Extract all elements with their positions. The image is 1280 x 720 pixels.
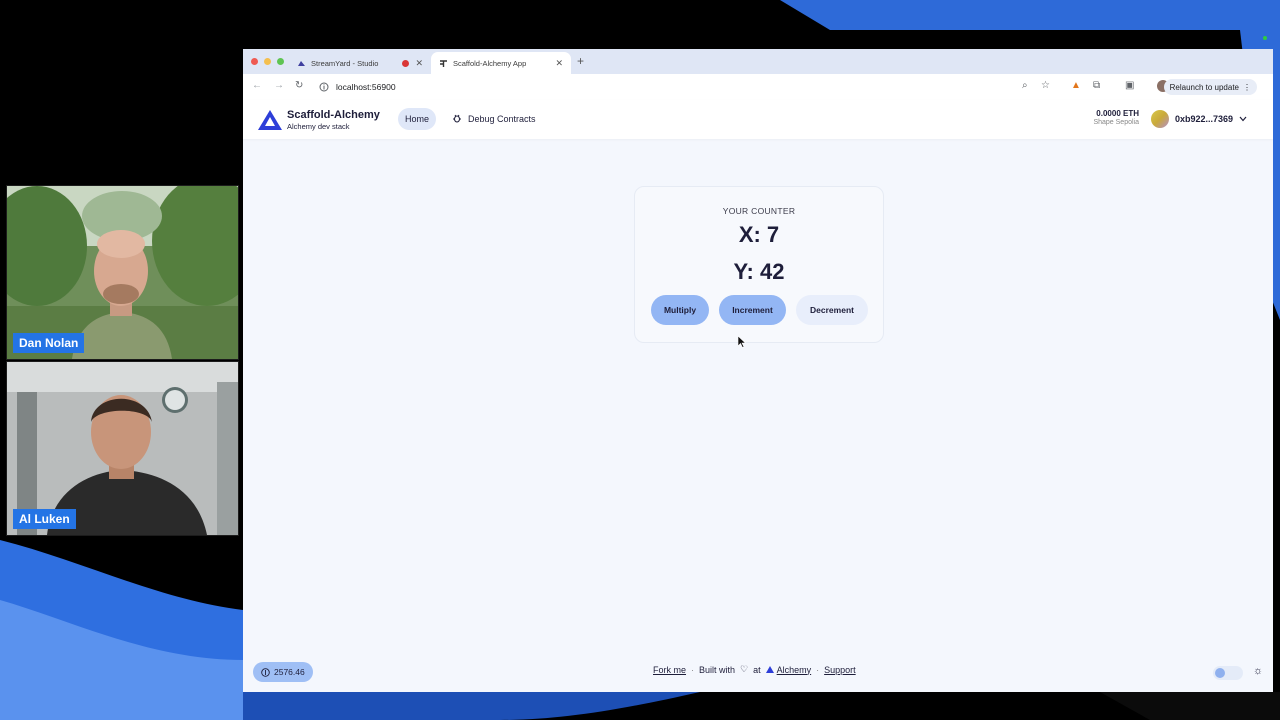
- participant-name-tag: Dan Nolan: [13, 333, 85, 353]
- relaunch-button[interactable]: Relaunch to update ⋮: [1163, 79, 1257, 95]
- network-name: Shape Sepolia: [1093, 119, 1139, 126]
- at-text: at: [753, 664, 761, 675]
- alchemy-link[interactable]: Alchemy: [765, 664, 812, 675]
- fork-me-link[interactable]: Fork me: [653, 665, 686, 675]
- browser-window: StreamYard - Studio ✕ Scaffold-Alchemy A…: [243, 49, 1273, 692]
- alchemy-logo-icon[interactable]: [258, 110, 282, 130]
- address-bar: ← → ↻ localhost:56900 ⌕ ☆ ▲ ⧉ ▣ Relaunch…: [243, 74, 1273, 101]
- sun-icon: ☼: [1253, 665, 1264, 677]
- counter-x-value: X: 7: [738, 222, 780, 247]
- bookmark-star-icon[interactable]: ☆: [1041, 80, 1050, 91]
- close-tab-icon[interactable]: ✕: [415, 58, 423, 69]
- webcam-tile-1: Dan Nolan: [6, 185, 239, 360]
- tab-title: StreamYard - Studio: [311, 58, 379, 68]
- alchemy-link-label: Alchemy: [776, 664, 812, 675]
- participant-name-tag: Al Luken: [13, 509, 76, 529]
- tab-title: Scaffold-Alchemy App: [453, 58, 527, 68]
- blockie-avatar: [1151, 110, 1169, 128]
- counter-card: YOUR COUNTER X: 7 Y: 42 Multiply Increme…: [634, 186, 884, 343]
- app-page: Scaffold-Alchemy Alchemy dev stack Home …: [243, 100, 1273, 692]
- multiply-button[interactable]: Multiply: [651, 295, 709, 325]
- metamask-extension-icon[interactable]: ▲: [1071, 80, 1081, 91]
- wallet-address: 0xb922...7369: [1175, 114, 1234, 124]
- eth-balance: 0.0000 ETH Shape Sepolia: [1087, 109, 1139, 126]
- streamyard-icon: [297, 59, 306, 68]
- toggle-knob: [1215, 668, 1225, 678]
- currency-icon: [261, 667, 270, 677]
- zoom-icon[interactable]: ⌕: [1022, 80, 1028, 91]
- side-panel-icon[interactable]: ▣: [1125, 80, 1134, 91]
- nav-debug-label: Debug Contracts: [468, 114, 536, 124]
- heart-icon: ♡: [740, 664, 749, 674]
- tab-streamyard[interactable]: StreamYard - Studio ✕: [289, 52, 427, 74]
- webcam-tile-2: Al Luken: [6, 361, 239, 536]
- wallet-address-button[interactable]: 0xb922...7369: [1147, 107, 1255, 131]
- separator: ·: [816, 664, 820, 675]
- site-info-icon[interactable]: [319, 82, 329, 92]
- close-tab-icon[interactable]: ✕: [555, 58, 563, 69]
- footer: Fork me · Built with ♡ at Alchemy · Supp…: [653, 664, 856, 675]
- increment-button[interactable]: Increment: [719, 295, 786, 325]
- separator: ·: [691, 664, 695, 675]
- theme-toggle[interactable]: [1213, 666, 1243, 680]
- tab-bar: StreamYard - Studio ✕ Scaffold-Alchemy A…: [243, 49, 1273, 74]
- app-header: Scaffold-Alchemy Alchemy dev stack Home …: [243, 100, 1273, 139]
- new-tab-icon[interactable]: +: [577, 54, 584, 68]
- built-with-text: Built with: [699, 664, 736, 675]
- bug-icon: [452, 113, 462, 125]
- scaffold-icon: [439, 59, 448, 68]
- tab-scaffold-alchemy[interactable]: Scaffold-Alchemy App ✕: [431, 52, 571, 74]
- url-field[interactable]: localhost:56900: [336, 82, 396, 92]
- brand-subtitle: Alchemy dev stack: [287, 122, 350, 131]
- back-icon[interactable]: ←: [252, 80, 262, 91]
- more-menu-icon[interactable]: ⋮: [1243, 83, 1251, 92]
- nav-home[interactable]: Home: [398, 108, 437, 130]
- mouse-cursor-icon: [738, 336, 746, 348]
- reload-icon[interactable]: ↻: [295, 80, 303, 91]
- recording-indicator: [1263, 36, 1267, 40]
- maximize-window-button[interactable]: [277, 58, 284, 65]
- counter-y-value: Y: 42: [733, 259, 785, 284]
- relaunch-label: Relaunch to update: [1169, 82, 1239, 92]
- extensions-icon[interactable]: ⧉: [1093, 80, 1100, 91]
- minimize-window-button[interactable]: [264, 58, 271, 65]
- close-window-button[interactable]: [251, 58, 258, 65]
- support-link[interactable]: Support: [824, 665, 856, 675]
- forward-icon[interactable]: →: [274, 80, 284, 91]
- balance-value: 0.0000 ETH: [1096, 109, 1139, 118]
- eth-price-badge[interactable]: 2576.46: [253, 662, 313, 682]
- chevron-down-icon: [1239, 114, 1247, 124]
- brand-title[interactable]: Scaffold-Alchemy: [287, 109, 380, 121]
- decrement-button[interactable]: Decrement: [796, 295, 868, 325]
- eth-price-value: 2576.46: [274, 667, 305, 677]
- nav-debug-contracts[interactable]: Debug Contracts: [452, 108, 536, 130]
- counter-label: YOUR COUNTER: [722, 206, 796, 216]
- alchemy-small-icon: [765, 666, 774, 673]
- recording-icon: [402, 59, 410, 67]
